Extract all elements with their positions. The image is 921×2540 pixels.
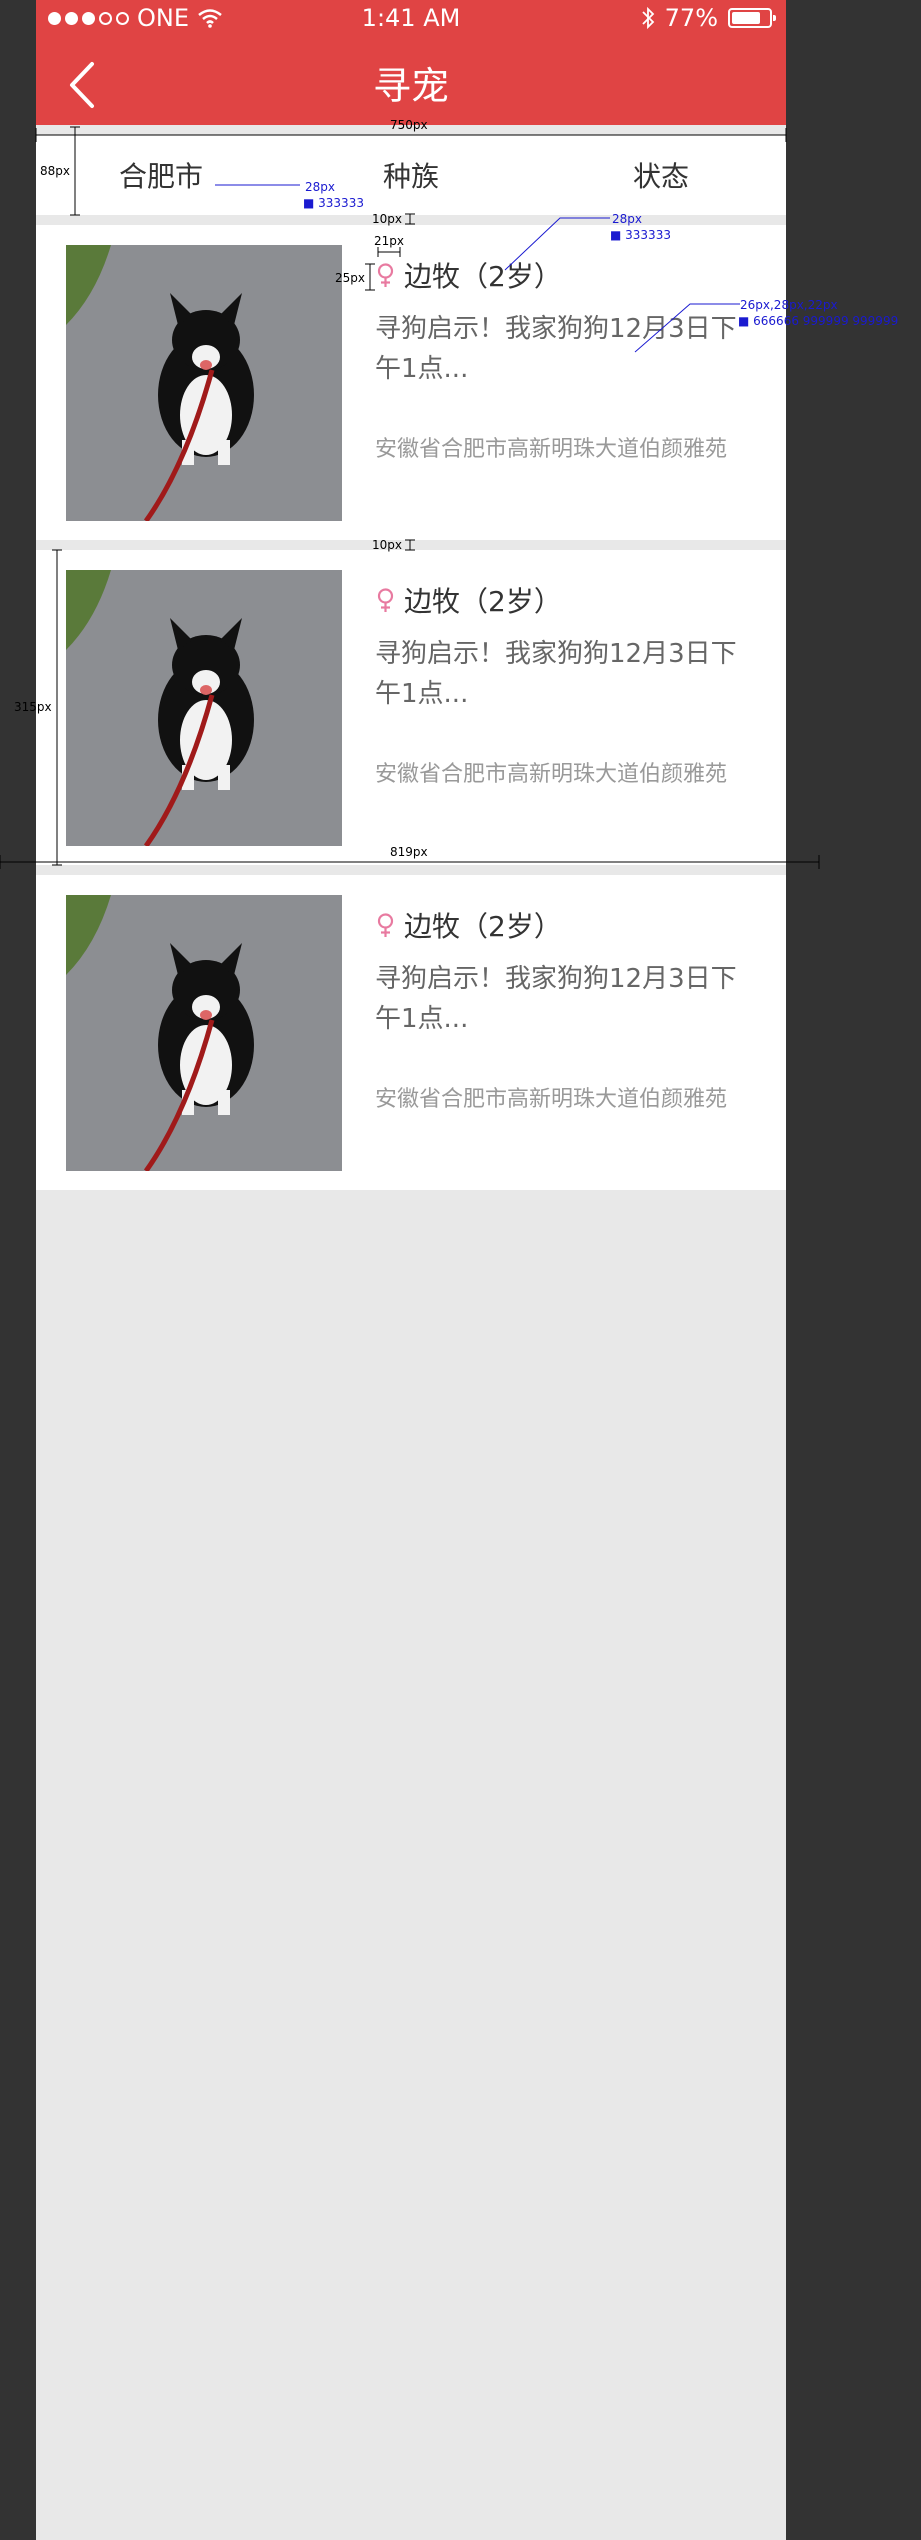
annotation-color: ■ 333333: [303, 196, 364, 210]
status-bar: ONE 1:41 AM 77%: [36, 0, 786, 40]
pet-card[interactable]: 边牧（2岁） 寻狗启示！我家狗狗12月3日下午1点... 安徽省合肥市高新明珠大…: [36, 875, 786, 1190]
annotation-card-height: 315px: [14, 700, 52, 714]
page-title: 寻宠: [372, 64, 449, 108]
female-icon: [377, 587, 394, 612]
filter-bar: 合肥市 种族 状态: [36, 135, 786, 215]
pet-name: 边牧（2岁）: [404, 910, 562, 943]
phone-screen: ONE 1:41 AM 77% 寻宠 合肥市 种族 状态 边牧（2岁） 寻狗启示…: [36, 0, 786, 2540]
battery-icon: [728, 8, 776, 28]
divider: [36, 540, 786, 550]
pet-address: 安徽省合肥市高新明珠大道伯颜雅苑: [375, 437, 728, 462]
annotation-icon-height: 25px: [335, 271, 365, 285]
pet-address: 安徽省合肥市高新明珠大道伯颜雅苑: [375, 1087, 728, 1112]
annotation-color-value: 333333: [318, 196, 364, 210]
pet-description: 寻狗启示！我家狗狗12月3日下午1点...: [375, 314, 737, 384]
pet-description: 寻狗启示！我家狗狗12月3日下午1点...: [375, 964, 737, 1034]
pet-title-row: 边牧（2岁）: [375, 582, 755, 618]
annotation-body-color-value: 666666 999999 999999: [753, 314, 899, 328]
pet-info: 边牧（2岁） 寻狗启示！我家狗狗12月3日下午1点... 安徽省合肥市高新明珠大…: [375, 582, 755, 788]
annotation-title-color-value: 333333: [625, 228, 671, 242]
annotation-width: 819px: [390, 845, 428, 859]
pet-photo: [66, 895, 342, 1171]
divider: [36, 215, 786, 225]
pet-address: 安徽省合肥市高新明珠大道伯颜雅苑: [375, 762, 728, 787]
annotation-title-font: 28px: [612, 212, 642, 226]
pet-photo: [66, 570, 342, 846]
female-icon: [377, 262, 394, 287]
filter-status[interactable]: 状态: [536, 135, 786, 215]
pet-info: 边牧（2岁） 寻狗启示！我家狗狗12月3日下午1点... 安徽省合肥市高新明珠大…: [375, 257, 755, 463]
divider: [36, 865, 786, 875]
annotation-height: 88px: [40, 164, 70, 178]
pet-description: 寻狗启示！我家狗狗12月3日下午1点...: [375, 639, 737, 709]
pet-name: 边牧（2岁）: [404, 585, 562, 618]
annotation-body-color: ■ 666666 999999 999999: [738, 314, 899, 328]
filter-city[interactable]: 合肥市: [36, 135, 286, 215]
annotation-icon-width: 21px: [374, 234, 404, 248]
annotation-body-font: 26px,28px,22px: [740, 298, 838, 312]
pet-card[interactable]: 边牧（2岁） 寻狗启示！我家狗狗12月3日下午1点... 安徽省合肥市高新明珠大…: [36, 225, 786, 540]
annotation-gap: 10px: [372, 212, 402, 226]
pet-card[interactable]: 边牧（2岁） 寻狗启示！我家狗狗12月3日下午1点... 安徽省合肥市高新明珠大…: [36, 550, 786, 865]
pet-title-row: 边牧（2岁）: [375, 907, 755, 943]
pet-info: 边牧（2岁） 寻狗启示！我家狗狗12月3日下午1点... 安徽省合肥市高新明珠大…: [375, 907, 755, 1113]
annotation-gap: 10px: [372, 538, 402, 552]
pet-photo: [66, 245, 342, 521]
pet-title-row: 边牧（2岁）: [375, 257, 755, 293]
status-right-group: 77%: [641, 4, 776, 32]
battery-percent: 77%: [664, 4, 718, 32]
header: ONE 1:41 AM 77% 寻宠: [36, 0, 786, 125]
annotation-title-color: ■ 333333: [610, 228, 671, 242]
bluetooth-icon: [642, 6, 654, 30]
annotation-width: 750px: [390, 118, 428, 132]
annotation-font-size: 28px: [305, 180, 335, 194]
female-icon: [377, 912, 394, 937]
pet-name: 边牧（2岁）: [404, 260, 562, 293]
